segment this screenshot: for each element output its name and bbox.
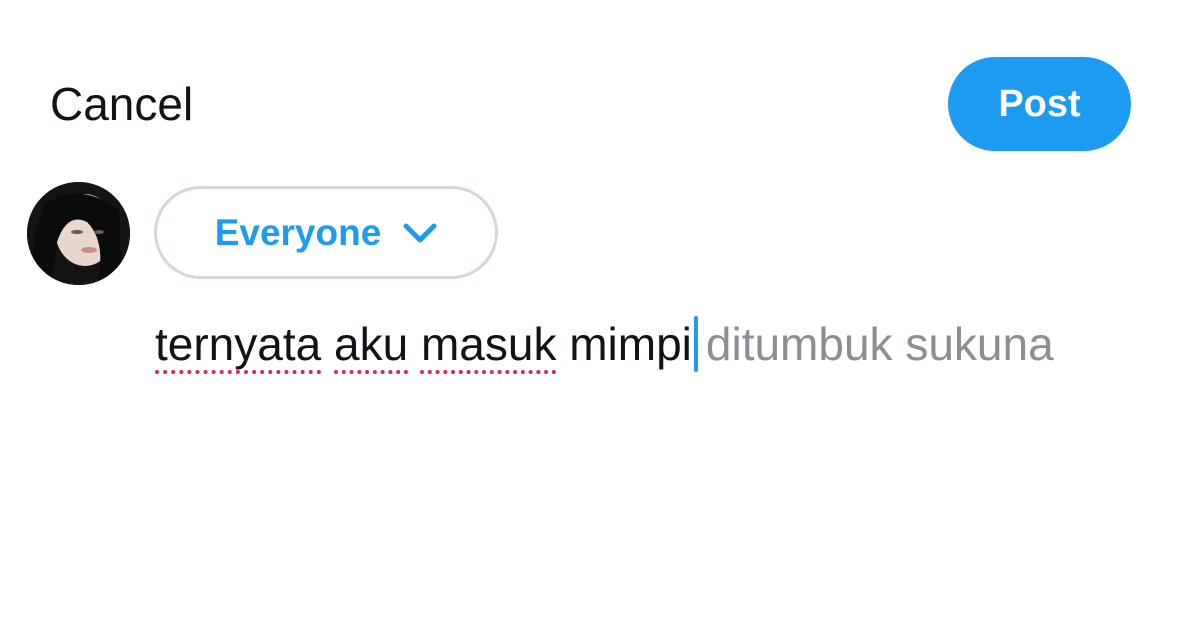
- audience-label: Everyone: [214, 211, 382, 253]
- cancel-button[interactable]: Cancel: [50, 72, 193, 136]
- typed-word: aku: [334, 318, 409, 370]
- avatar-image: [27, 182, 130, 285]
- chevron-down-icon: [403, 223, 437, 242]
- avatar[interactable]: [27, 182, 130, 285]
- post-button[interactable]: Post: [948, 57, 1131, 151]
- text-caret: [693, 316, 698, 372]
- compose-text-area[interactable]: ternyata aku masuk mimpi ditumbuk sukuna: [155, 312, 1055, 376]
- typed-word: masuk: [420, 318, 557, 370]
- audience-selector[interactable]: Everyone: [154, 186, 498, 279]
- typed-word: mimpi: [569, 318, 692, 370]
- predictive-suggestion[interactable]: ditumbuk sukuna: [706, 318, 1054, 370]
- typed-word: ternyata: [155, 318, 322, 370]
